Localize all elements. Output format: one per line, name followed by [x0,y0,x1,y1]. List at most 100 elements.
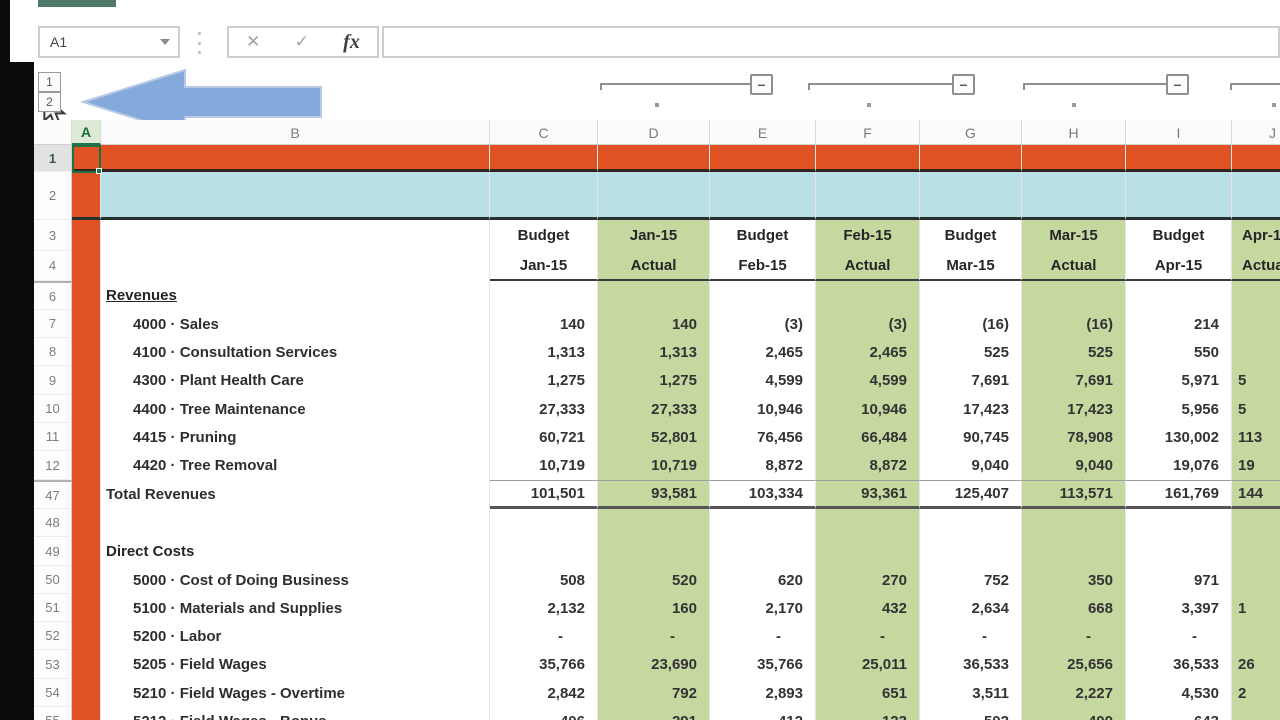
cell-J7[interactable] [1232,310,1280,338]
cell-J52[interactable] [1232,622,1280,650]
cell-C3[interactable]: Budget [490,220,598,251]
row-header-55[interactable]: 55 [34,707,72,720]
cell-E1[interactable] [710,145,816,172]
cell-G3[interactable]: Budget [920,220,1022,251]
cell-F53[interactable]: 25,011 [816,650,920,679]
cell-F2[interactable] [816,172,920,220]
cell-C9[interactable]: 1,275 [490,366,598,395]
cell-B50[interactable]: 5000 · Cost of Doing Business [101,566,490,594]
cell-F9[interactable]: 4,599 [816,366,920,395]
cell-E54[interactable]: 2,893 [710,679,816,707]
cell-D1[interactable] [598,145,710,172]
cell-E47[interactable]: 103,334 [710,480,816,509]
cell-J3[interactable]: Apr-15 [1232,220,1280,251]
cell-C2[interactable] [490,172,598,220]
cell-F11[interactable]: 66,484 [816,423,920,451]
cell-J50[interactable] [1232,566,1280,594]
cell-J48[interactable] [1232,509,1280,537]
cell-I2[interactable] [1126,172,1232,220]
cell-H8[interactable]: 525 [1022,338,1126,366]
name-box[interactable] [38,26,180,58]
cell-B48[interactable] [101,509,490,537]
cell-D9[interactable]: 1,275 [598,366,710,395]
cell-E51[interactable]: 2,170 [710,594,816,622]
cell-G50[interactable]: 752 [920,566,1022,594]
cell-F48[interactable] [816,509,920,537]
cell-G7[interactable]: (16) [920,310,1022,338]
cell-A9[interactable] [72,366,101,395]
cell-G51[interactable]: 2,634 [920,594,1022,622]
cell-J8[interactable] [1232,338,1280,366]
cell-D52[interactable]: - [598,622,710,650]
cell-A48[interactable] [72,509,101,537]
column-header-D[interactable]: D [598,120,710,145]
cell-A47[interactable] [72,480,101,509]
row-header-3[interactable]: 3 [34,220,72,251]
cell-E50[interactable]: 620 [710,566,816,594]
cell-A55[interactable] [72,707,101,720]
cell-B2[interactable] [101,172,490,220]
cell-J51[interactable]: 1 [1232,594,1280,622]
row-header-8[interactable]: 8 [34,338,72,366]
cell-G2[interactable] [920,172,1022,220]
cell-F10[interactable]: 10,946 [816,395,920,423]
cell-E4[interactable]: Feb-15 [710,251,816,281]
cell-D50[interactable]: 520 [598,566,710,594]
cell-H10[interactable]: 17,423 [1022,395,1126,423]
cell-F47[interactable]: 93,361 [816,480,920,509]
cell-A3[interactable] [72,220,101,251]
row-header-51[interactable]: 51 [34,594,72,622]
cell-H11[interactable]: 78,908 [1022,423,1126,451]
cell-G53[interactable]: 36,533 [920,650,1022,679]
cell-A10[interactable] [72,395,101,423]
enter-icon[interactable]: ✓ [295,32,309,52]
cell-G8[interactable]: 525 [920,338,1022,366]
cell-I6[interactable] [1126,281,1232,310]
column-header-A[interactable]: A [72,120,101,145]
cell-I8[interactable]: 550 [1126,338,1232,366]
cell-C10[interactable]: 27,333 [490,395,598,423]
cell-H1[interactable] [1022,145,1126,172]
cell-D47[interactable]: 93,581 [598,480,710,509]
cell-A4[interactable] [72,251,101,281]
cell-C1[interactable] [490,145,598,172]
cell-E55[interactable]: 412 [710,707,816,720]
row-header-49[interactable]: 49 [34,537,72,566]
cell-I50[interactable]: 971 [1126,566,1232,594]
cell-E7[interactable]: (3) [710,310,816,338]
column-header-H[interactable]: H [1022,120,1126,145]
cell-D11[interactable]: 52,801 [598,423,710,451]
cell-I49[interactable] [1126,537,1232,566]
cell-H48[interactable] [1022,509,1126,537]
cell-I9[interactable]: 5,971 [1126,366,1232,395]
cancel-icon[interactable]: ✕ [246,32,260,52]
cell-G54[interactable]: 3,511 [920,679,1022,707]
name-box-input[interactable] [40,34,140,50]
cell-H52[interactable]: - [1022,622,1126,650]
cell-E3[interactable]: Budget [710,220,816,251]
cell-A52[interactable] [72,622,101,650]
cell-I52[interactable]: - [1126,622,1232,650]
cell-I51[interactable]: 3,397 [1126,594,1232,622]
cell-B9[interactable]: 4300 · Plant Health Care [101,366,490,395]
cell-A54[interactable] [72,679,101,707]
cell-H55[interactable]: 400 [1022,707,1126,720]
row-header-7[interactable]: 7 [34,310,72,338]
cell-I4[interactable]: Apr-15 [1126,251,1232,281]
cell-D6[interactable] [598,281,710,310]
cell-B49[interactable]: Direct Costs [101,537,490,566]
cell-C6[interactable] [490,281,598,310]
cell-H50[interactable]: 350 [1022,566,1126,594]
row-header-10[interactable]: 10 [34,395,72,423]
cell-C51[interactable]: 2,132 [490,594,598,622]
cell-J11[interactable]: 113 [1232,423,1280,451]
cell-D55[interactable]: 291 [598,707,710,720]
collapse-group-button[interactable]: − [750,74,773,95]
cell-I55[interactable]: 643 [1126,707,1232,720]
cell-G6[interactable] [920,281,1022,310]
row-header-11[interactable]: 11 [34,423,72,451]
cell-I54[interactable]: 4,530 [1126,679,1232,707]
outline-level-button-1[interactable]: 1 [38,72,61,92]
cell-J54[interactable]: 2 [1232,679,1280,707]
cell-B55[interactable]: 5212 · Field Wages - Bonus [101,707,490,720]
